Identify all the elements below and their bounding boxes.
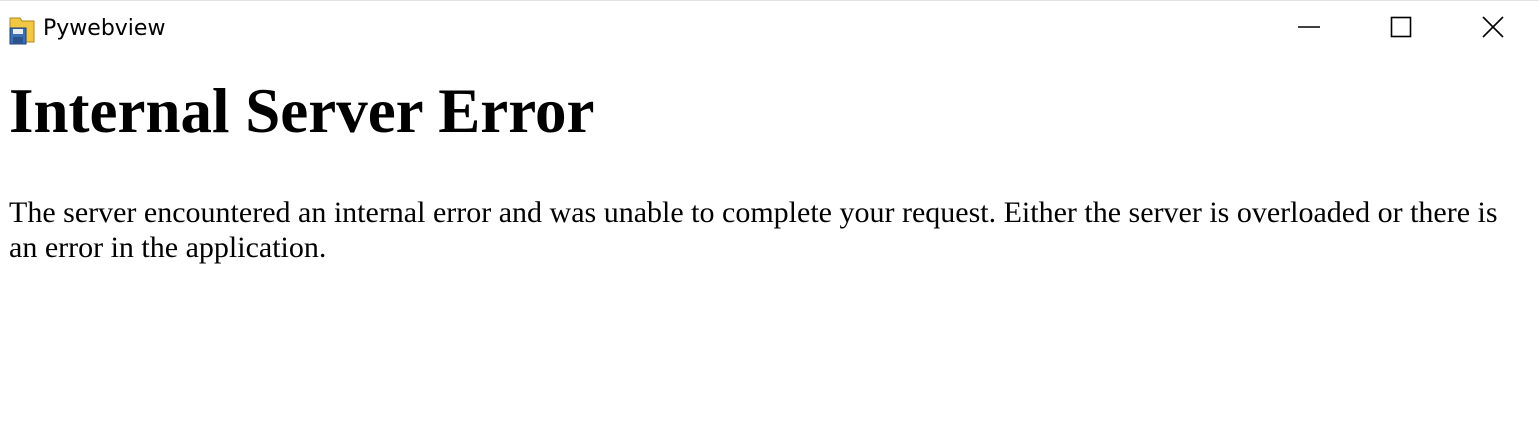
maximize-icon (1389, 15, 1413, 44)
minimize-icon (1297, 15, 1321, 44)
error-message: The server encountered an internal error… (9, 196, 1498, 264)
title-bar[interactable]: Pywebview (0, 1, 1539, 58)
app-window: Pywebview Internal Server Error The serv… (0, 0, 1539, 435)
window-title: Pywebview (43, 16, 166, 41)
maximize-button[interactable] (1355, 1, 1447, 58)
close-button[interactable] (1447, 1, 1539, 58)
close-icon (1481, 15, 1505, 44)
minimize-button[interactable] (1263, 1, 1355, 58)
page-title: Internal Server Error (9, 76, 595, 146)
app-icon (7, 14, 37, 46)
